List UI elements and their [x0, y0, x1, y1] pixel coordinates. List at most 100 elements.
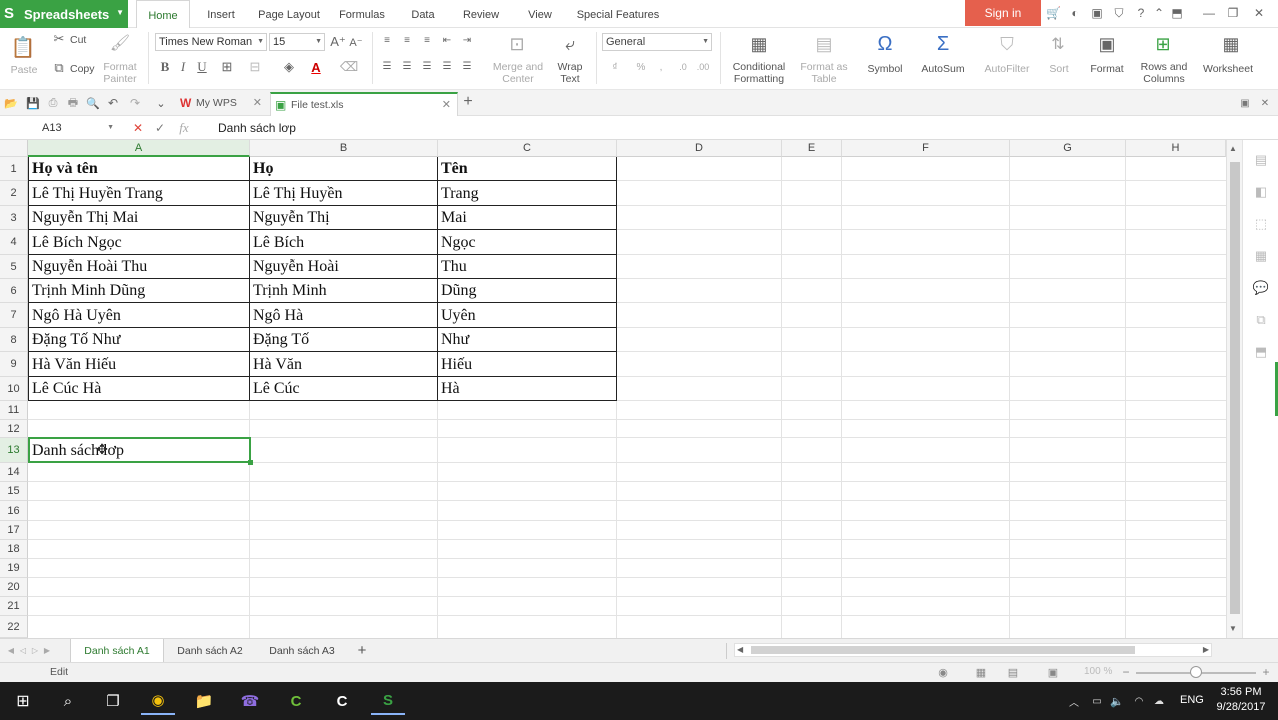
row-header[interactable]: 3	[0, 206, 28, 230]
table-cell[interactable]: Ngọc	[438, 230, 616, 254]
table-cell[interactable]: Như	[438, 328, 616, 351]
reading-view-icon[interactable]: ▣	[1046, 665, 1060, 679]
row-header[interactable]: 16	[0, 501, 28, 521]
row-header[interactable]: 20	[0, 578, 28, 597]
question-icon[interactable]: ?	[1134, 6, 1148, 20]
share-icon[interactable]: ⬒	[1253, 344, 1269, 360]
clock[interactable]: 3:56 PM 9/28/2017	[1214, 685, 1268, 715]
format-painter-icon[interactable]: 🖌	[108, 32, 132, 54]
row-header[interactable]: 5	[0, 255, 28, 279]
worksheet-button[interactable]: Worksheet	[1196, 63, 1260, 75]
sign-in-button[interactable]: Sign in	[965, 0, 1041, 26]
cut-button[interactable]: Cut	[70, 34, 92, 46]
indent-left-icon[interactable]: ⇤	[440, 34, 454, 46]
tab-page-layout[interactable]: Page Layout	[256, 0, 322, 28]
table-cell[interactable]: Đặng Tố Như	[29, 328, 249, 351]
align-top-icon[interactable]: ≡	[380, 34, 394, 46]
language-indicator[interactable]: ENG	[1180, 694, 1204, 706]
clear-format-icon[interactable]: ⌫	[340, 59, 358, 75]
table-header-cell[interactable]: Họ và tên	[29, 157, 249, 180]
zoom-out-icon[interactable]: −	[1120, 665, 1132, 679]
restore-ribbon-icon[interactable]: ⬒	[1170, 6, 1184, 20]
table-cell[interactable]: Trịnh Minh	[250, 279, 437, 302]
wrap-text-label-1[interactable]: Wrap	[552, 61, 588, 73]
autofilter-button[interactable]: AutoFilter	[976, 63, 1038, 75]
table-cell[interactable]: Nguyễn Hoài Thu	[29, 255, 249, 278]
rows-columns-label-2[interactable]: Columns	[1136, 73, 1192, 85]
new-document-icon[interactable]: ▤	[1253, 152, 1269, 168]
copy-button[interactable]: Copy	[70, 63, 100, 75]
skin-icon[interactable]: ◐	[1068, 6, 1082, 20]
viber-icon[interactable]: ☎	[233, 687, 267, 715]
export-icon[interactable]: ⎙	[46, 96, 60, 110]
app-c2-icon[interactable]: C	[325, 687, 359, 715]
row-header[interactable]: 12	[0, 420, 28, 438]
page-break-view-icon[interactable]: ▤	[1006, 665, 1020, 679]
prev-sheet-icon[interactable]: ◁	[18, 644, 28, 656]
more-icon[interactable]: ⌃	[1152, 6, 1166, 20]
cart-icon[interactable]: 🛒	[1046, 6, 1061, 20]
table-cell[interactable]: Đặng Tố	[250, 328, 437, 351]
conditional-formatting-icon[interactable]: ▦	[746, 32, 772, 56]
scroll-right-icon[interactable]: ▶	[1203, 645, 1209, 654]
row-header[interactable]: 17	[0, 521, 28, 540]
percent-icon[interactable]: %	[634, 60, 648, 74]
zoom-in-icon[interactable]: +	[1260, 665, 1272, 679]
table-cell[interactable]: Uyên	[438, 303, 616, 327]
close-icon[interactable]: ✕	[442, 94, 451, 116]
close-doc-icon[interactable]: ✕	[1258, 96, 1272, 110]
table-cell[interactable]: Nguyễn Thị Mai	[29, 206, 249, 229]
row-header[interactable]: 4	[0, 230, 28, 255]
align-right-icon[interactable]: ☰	[420, 60, 434, 72]
row-header[interactable]: 8	[0, 328, 28, 352]
font-size-select[interactable]: 15 ▼	[269, 33, 325, 51]
row-header[interactable]: 7	[0, 303, 28, 328]
table-header-cell[interactable]: Họ	[250, 157, 437, 180]
cancel-icon[interactable]: ✕	[132, 120, 144, 136]
tab-data[interactable]: Data	[408, 0, 438, 28]
scroll-up-icon[interactable]: ▲	[1229, 144, 1237, 153]
autosum-icon[interactable]: Σ	[930, 32, 956, 56]
align-middle-icon[interactable]: ≡	[400, 34, 414, 46]
table-cell[interactable]: Trịnh Minh Dũng	[29, 279, 249, 302]
select-icon[interactable]: ⬚	[1253, 216, 1269, 232]
increase-decimal-icon[interactable]: .0	[676, 60, 690, 74]
app-c-icon[interactable]: C	[279, 687, 313, 715]
table-header-cell[interactable]: Tên	[438, 157, 616, 180]
tab-insert[interactable]: Insert	[203, 0, 239, 28]
currency-icon[interactable]: ₫	[606, 60, 624, 74]
insert-function-button[interactable]: fx	[176, 120, 192, 136]
sort-icon[interactable]: ⇅	[1046, 32, 1070, 56]
format-button[interactable]: Format	[1082, 63, 1132, 75]
indent-right-icon[interactable]: ⇥	[460, 34, 474, 46]
bold-button[interactable]: B	[158, 59, 172, 75]
close-icon[interactable]: ✕	[253, 92, 262, 114]
font-name-select[interactable]: Times New Roman ▼	[155, 33, 267, 51]
table-cell[interactable]: Hà Văn	[250, 352, 437, 376]
tray-chevron-icon[interactable]: ︿	[1068, 694, 1080, 709]
app-menu-button[interactable]: S Spreadsheets ▼	[0, 0, 128, 28]
grow-font-icon[interactable]: A⁺	[330, 33, 346, 51]
table-cell[interactable]: Thu	[438, 255, 616, 278]
scrollbar-thumb[interactable]	[1230, 162, 1240, 614]
row-header[interactable]: 2	[0, 181, 28, 206]
table-cell[interactable]: Lê Bích Ngọc	[29, 230, 249, 254]
symbol-icon[interactable]: Ω	[872, 32, 898, 56]
align-bottom-icon[interactable]: ≡	[420, 34, 434, 46]
row-header[interactable]: 22	[0, 616, 28, 638]
normal-view-icon[interactable]: ▦	[974, 665, 988, 679]
format-as-table-icon[interactable]: ▤	[811, 32, 837, 56]
table-cell[interactable]: Hà Văn Hiếu	[29, 352, 249, 376]
column-header-g[interactable]: G	[1010, 140, 1126, 157]
wps-spreadsheets-icon[interactable]: S	[371, 687, 405, 715]
row-header[interactable]: 11	[0, 401, 28, 420]
column-header-f[interactable]: F	[842, 140, 1010, 157]
fill-color-icon[interactable]: ◈	[280, 59, 298, 75]
table-cell[interactable]: Hà	[438, 377, 616, 400]
merge-borders-icon[interactable]: ⊟	[246, 59, 264, 75]
distributed-icon[interactable]: ☰	[460, 60, 474, 72]
table-cell[interactable]: Nguyễn Hoài	[250, 255, 437, 278]
maximize-icon[interactable]: ❐	[1226, 6, 1240, 20]
confirm-icon[interactable]: ✓	[154, 120, 166, 136]
formula-input[interactable]: Danh sách lơp	[218, 118, 296, 138]
